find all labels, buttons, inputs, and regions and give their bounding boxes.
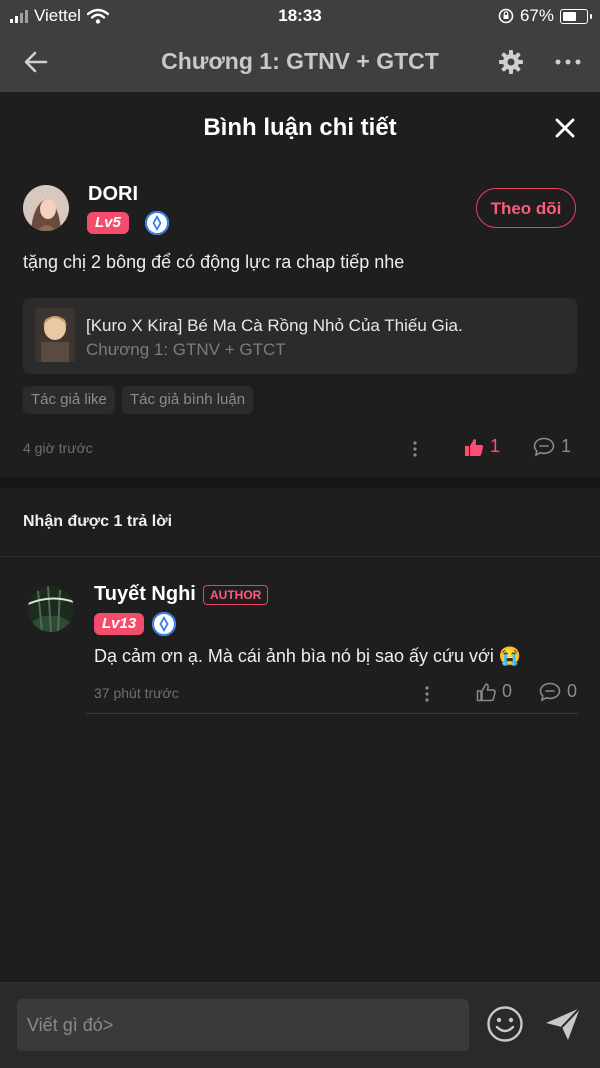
- reply-like-button[interactable]: 0: [476, 681, 512, 702]
- verified-badge-icon: [152, 612, 176, 636]
- like-button[interactable]: 1: [464, 436, 500, 457]
- close-icon[interactable]: [551, 114, 579, 142]
- verified-badge-icon: [145, 211, 169, 235]
- battery-icon: [560, 8, 592, 24]
- comment-bubble-icon: [533, 437, 555, 456]
- book-title: [Kuro X Kira] Bé Ma Cà Rồng Nhỏ Của Thiế…: [86, 316, 463, 335]
- reply-text: Dạ cảm ơn ạ. Mà cái ảnh bìa nó bị sao ấy…: [94, 646, 522, 666]
- chapter-header: Chương 1: GTNV + GTCT: [0, 32, 600, 92]
- comment-input-bar: [0, 982, 600, 1068]
- comment-bubble-icon: [539, 682, 561, 701]
- follow-button[interactable]: Theo dõi: [476, 188, 576, 228]
- section-divider: [0, 478, 600, 488]
- reply-like-count: 0: [502, 681, 513, 701]
- orientation-lock-icon: [498, 8, 514, 24]
- comment-detail-sheet: Bình luận chi tiết DORI Lv5 Theo dõi tặn…: [0, 92, 600, 1067]
- comment-text: tặng chị 2 bông để có động lực ra chap t…: [23, 252, 405, 272]
- tag-author-commented: Tác giả bình luận: [122, 386, 254, 414]
- gear-icon[interactable]: [497, 48, 525, 76]
- tag-author-liked: Tác giả like: [23, 386, 115, 414]
- commenter-username[interactable]: DORI: [88, 183, 138, 206]
- reply-username[interactable]: Tuyết Nghi: [94, 583, 196, 606]
- status-right: 67%: [498, 6, 592, 26]
- reply-avatar[interactable]: [28, 586, 74, 632]
- like-count: 1: [490, 436, 501, 456]
- author-tag: AUTHOR: [203, 585, 269, 605]
- more-horizontal-icon[interactable]: [554, 52, 582, 72]
- divider: [86, 713, 578, 714]
- reply-comment-button[interactable]: 0: [539, 681, 577, 702]
- status-bar: Viettel 18:33 67%: [0, 0, 600, 32]
- thumbs-up-outline-icon: [476, 682, 496, 701]
- divider: [0, 556, 600, 557]
- book-chapter: Chương 1: GTNV + GTCT: [86, 340, 286, 359]
- replies-header: Nhận được 1 trả lời: [23, 513, 173, 530]
- more-vertical-icon[interactable]: [424, 685, 430, 703]
- book-cover: [35, 308, 75, 362]
- reply-level-badge: Lv13: [94, 613, 145, 635]
- level-badge: Lv5: [87, 212, 129, 234]
- reply-comment-count: 0: [567, 681, 578, 701]
- reply-button[interactable]: 1: [533, 436, 571, 457]
- comment-input[interactable]: [17, 999, 469, 1051]
- more-vertical-icon[interactable]: [412, 440, 418, 458]
- book-card[interactable]: [Kuro X Kira] Bé Ma Cà Rồng Nhỏ Của Thiế…: [23, 298, 577, 374]
- avatar[interactable]: [23, 185, 69, 231]
- reply-timestamp: 37 phút trước: [94, 685, 179, 701]
- comment-timestamp: 4 giờ trước: [23, 440, 93, 456]
- reply-count: 1: [561, 436, 572, 456]
- emoji-icon[interactable]: [486, 1005, 524, 1043]
- thumbs-up-icon: [465, 438, 484, 456]
- battery-percent: 67%: [519, 6, 554, 25]
- sheet-title: Bình luận chi tiết: [203, 114, 397, 141]
- send-icon[interactable]: [544, 1005, 582, 1043]
